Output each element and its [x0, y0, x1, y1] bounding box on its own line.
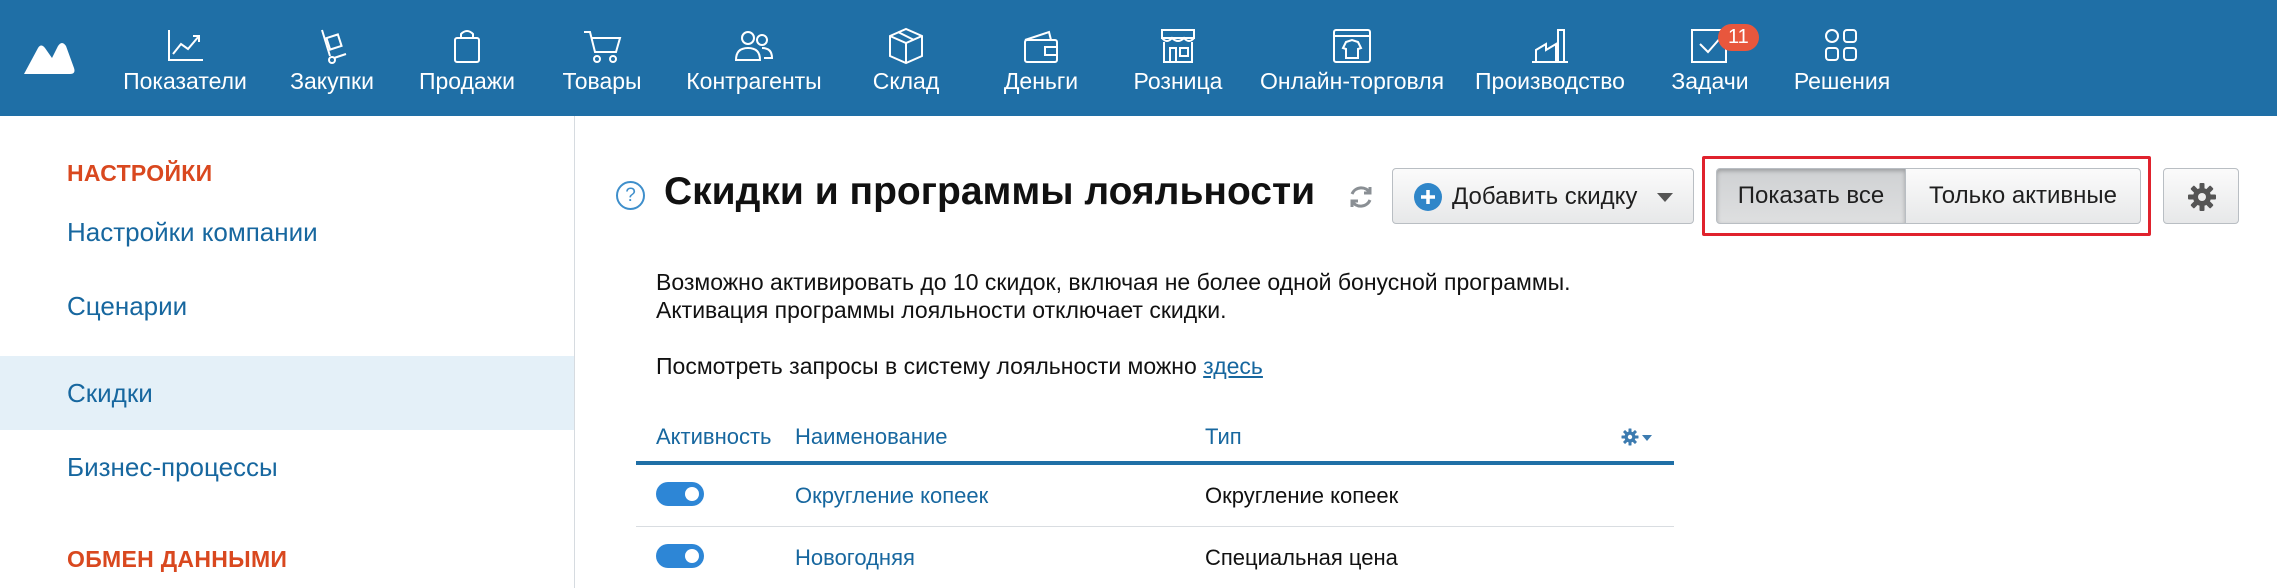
show-all-toggle[interactable]: Показать все: [1716, 168, 1906, 224]
top-navigation-bar: Показатели Закупки Продажи Товары Контра…: [0, 0, 2277, 116]
cart-icon: [584, 31, 622, 63]
nav-item-production[interactable]: Производство: [1470, 0, 1630, 116]
table-row[interactable]: Округление копеек Округление копеек: [636, 465, 1674, 527]
nav-item-indicators[interactable]: Показатели: [120, 0, 250, 116]
sidebar-item-business-processes[interactable]: Бизнес-процессы: [0, 430, 574, 504]
factory-icon: [1532, 29, 1568, 63]
online-store-icon: [1333, 29, 1371, 63]
add-discount-button[interactable]: Добавить скидку: [1392, 168, 1694, 224]
column-header-type[interactable]: Тип: [1205, 424, 1242, 450]
nav-item-label: Показатели: [123, 68, 247, 94]
only-active-toggle[interactable]: Только активные: [1905, 168, 2141, 224]
nav-item-label: Товары: [562, 68, 642, 94]
nav-item-tasks[interactable]: 11 Задачи: [1664, 0, 1759, 116]
nav-item-label: Розница: [1133, 68, 1223, 94]
sidebar-item-discounts[interactable]: Скидки: [0, 356, 574, 430]
info-requests-text: Посмотреть запросы в систему лояльности …: [656, 353, 1197, 379]
activity-toggle[interactable]: [656, 544, 704, 568]
users-icon: [734, 31, 774, 61]
settings-button[interactable]: [2163, 168, 2239, 224]
wallet-icon: [1024, 30, 1058, 63]
nav-item-money[interactable]: Деньги: [990, 0, 1092, 116]
sidebar-item-scenarios[interactable]: Сценарии: [0, 269, 574, 343]
nav-item-products[interactable]: Товары: [552, 0, 652, 116]
sidebar-item-label: Сценарии: [67, 291, 188, 321]
sidebar-section-settings: НАСТРОЙКИ: [67, 160, 213, 186]
logo-icon[interactable]: [20, 34, 76, 78]
column-header-activity[interactable]: Активность: [656, 424, 772, 450]
sidebar-item-label: Настройки компании: [67, 217, 318, 247]
nav-item-label: Задачи: [1671, 68, 1749, 94]
chart-line-icon: [168, 30, 203, 61]
info-loyalty-text: Активация программы лояльности отключает…: [656, 297, 1227, 323]
page-title: Скидки и программы лояльности: [664, 170, 1316, 213]
sidebar-item-label: Бизнес-процессы: [67, 452, 278, 482]
requests-here-link[interactable]: здесь: [1203, 353, 1263, 379]
refresh-icon[interactable]: [1346, 182, 1376, 212]
nav-item-label: Онлайн-торговля: [1260, 68, 1445, 94]
chevron-down-icon: [1657, 193, 1673, 202]
nav-item-counterparties[interactable]: Контрагенты: [683, 0, 825, 116]
hand-truck-icon: [321, 29, 347, 64]
info-limit-text: Возможно активировать до 10 скидок, вклю…: [656, 269, 1571, 295]
column-header-name[interactable]: Наименование: [795, 424, 948, 450]
table-row[interactable]: Новогодняя Специальная цена: [636, 527, 1674, 588]
gear-icon: [2188, 183, 2216, 211]
nav-item-label: Закупки: [290, 68, 374, 94]
nav-item-label: Деньги: [1003, 68, 1079, 94]
nav-item-online-trade[interactable]: Онлайн-торговля: [1260, 0, 1444, 116]
sidebar-item-label: Скидки: [67, 378, 153, 408]
nav-item-label: Склад: [872, 68, 940, 94]
nav-item-label: Продажи: [418, 68, 516, 94]
activity-toggle[interactable]: [656, 482, 704, 506]
shopping-bag-icon: [454, 30, 480, 63]
discount-type: Округление копеек: [1205, 483, 1399, 508]
sidebar-section-data-exchange: ОБМЕН ДАННЫМИ: [67, 546, 288, 572]
nav-item-label: Решения: [1793, 68, 1891, 94]
table-settings-icon[interactable]: [1620, 425, 1656, 449]
settings-sidebar: НАСТРОЙКИ Настройки компании Сценарии Ск…: [0, 116, 575, 588]
nav-item-warehouse[interactable]: Склад: [858, 0, 954, 116]
sidebar-item-company-settings[interactable]: Настройки компании: [0, 195, 574, 269]
nav-item-solutions[interactable]: Решения: [1786, 0, 1898, 116]
nav-item-purchases[interactable]: Закупки: [280, 0, 384, 116]
box-icon: [889, 27, 923, 65]
nav-item-label: Контрагенты: [686, 68, 822, 94]
discount-type: Специальная цена: [1205, 545, 1398, 570]
discount-name-link[interactable]: Новогодняя: [795, 545, 915, 571]
nav-item-sales[interactable]: Продажи: [414, 0, 520, 116]
discount-name-link[interactable]: Округление копеек: [795, 483, 988, 509]
nav-item-retail[interactable]: Розница: [1126, 0, 1230, 116]
apps-grid-icon: [1825, 29, 1857, 61]
tasks-count-badge: 11: [1718, 24, 1759, 51]
add-discount-label: Добавить скидку: [1452, 183, 1638, 210]
info-requests-line: Посмотреть запросы в систему лояльности …: [656, 353, 1263, 380]
help-icon[interactable]: ?: [616, 181, 645, 210]
nav-item-label: Производство: [1475, 68, 1625, 94]
plus-icon: [1414, 183, 1442, 211]
store-icon: [1161, 29, 1195, 63]
